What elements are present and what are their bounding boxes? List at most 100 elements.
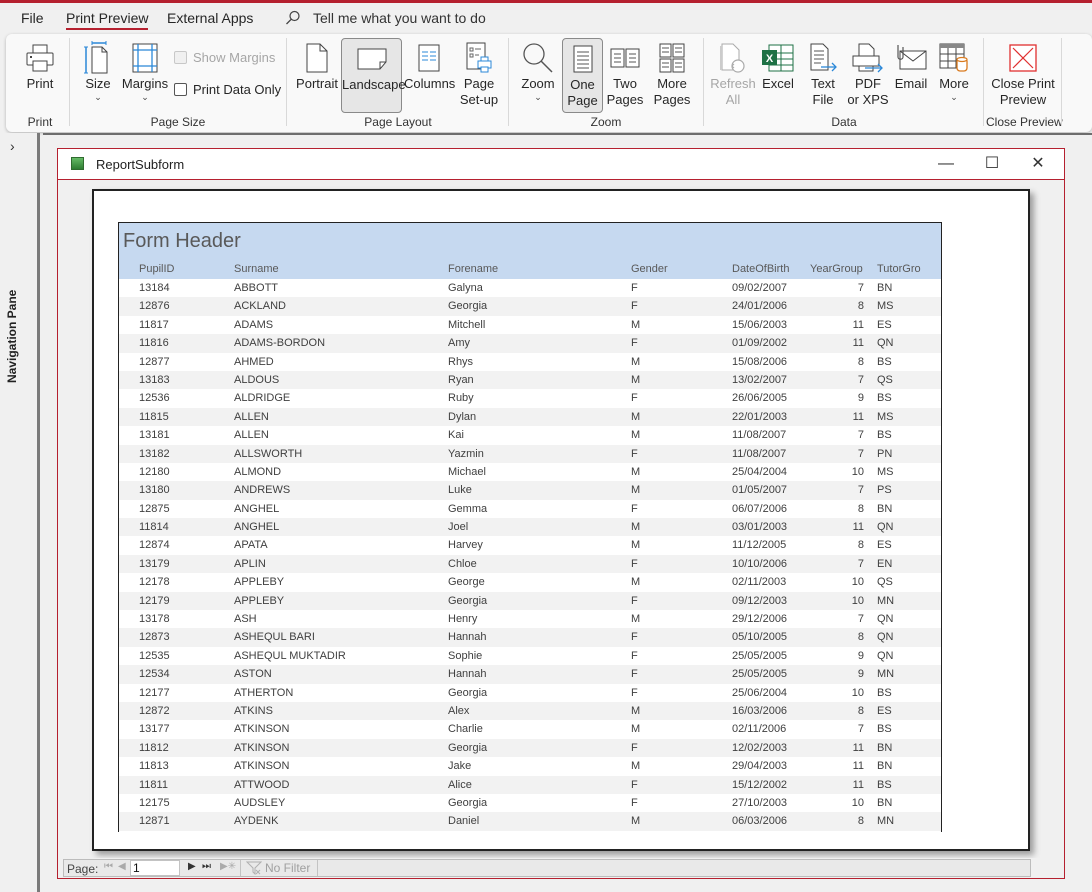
report-form: Form Header PupilID Surname Forename Gen… bbox=[118, 222, 942, 832]
pdf-label-1: PDF bbox=[855, 76, 881, 91]
search-icon bbox=[286, 10, 300, 25]
cell-forename: Alex bbox=[448, 704, 470, 717]
cell-pupil-id: 12175 bbox=[139, 796, 170, 809]
cell-surname: ATTWOOD bbox=[234, 778, 290, 791]
cell-tutor-group: QN bbox=[877, 613, 894, 626]
columns-button[interactable]: Columns bbox=[404, 38, 455, 110]
table-row: 11816 ADAMS-BORDON Amy F 01/09/2002 11 QN bbox=[119, 334, 941, 353]
portrait-button[interactable]: Portrait bbox=[295, 38, 339, 110]
preview-page: Form Header PupilID Surname Forename Gen… bbox=[92, 189, 1030, 851]
navigation-pane-label[interactable]: Navigation Pane bbox=[5, 290, 19, 383]
cell-year-group: 8 bbox=[857, 815, 864, 828]
cell-forename: Georgia bbox=[448, 686, 488, 699]
show-margins-checkbox[interactable]: Show Margins bbox=[174, 50, 275, 65]
email-button[interactable]: Email bbox=[891, 38, 931, 110]
cell-gender: F bbox=[631, 282, 638, 294]
export-pdf-button[interactable]: PDF or XPS bbox=[846, 38, 890, 110]
report-window-titlebar[interactable]: ReportSubform — ☐ ✕ bbox=[58, 149, 1064, 180]
cell-tutor-group: BN bbox=[877, 741, 893, 754]
cell-pupil-id: 12177 bbox=[139, 686, 170, 699]
print-button[interactable]: Print bbox=[16, 38, 64, 110]
filter-icon bbox=[246, 861, 262, 875]
cell-forename: Gemma bbox=[448, 502, 488, 515]
one-page-button[interactable]: One Page bbox=[562, 38, 603, 113]
cell-tutor-group: PN bbox=[877, 447, 893, 460]
cell-surname: ACKLAND bbox=[234, 300, 286, 313]
excel-label: Excel bbox=[762, 76, 794, 91]
cell-pupil-id: 12871 bbox=[139, 815, 170, 828]
margins-button[interactable]: Margins ⌄ bbox=[120, 38, 170, 110]
cell-year-group: 7 bbox=[857, 373, 864, 386]
cell-gender: M bbox=[631, 815, 641, 828]
page-size-icon bbox=[84, 41, 108, 74]
cell-gender: M bbox=[631, 521, 641, 534]
cell-pupil-id: 12873 bbox=[139, 631, 170, 644]
cell-tutor-group: MS bbox=[877, 300, 894, 313]
group-label-data: Data bbox=[831, 115, 857, 129]
cell-forename: Rhys bbox=[448, 355, 474, 368]
cell-gender: F bbox=[631, 502, 638, 515]
expand-nav-pane-icon[interactable]: › bbox=[10, 138, 15, 154]
cell-gender: F bbox=[631, 300, 638, 313]
two-pages-button[interactable]: Two Pages bbox=[606, 38, 644, 110]
close-window-button[interactable]: ✕ bbox=[1028, 155, 1048, 175]
new-record-button[interactable]: ▶✳ bbox=[220, 861, 236, 872]
page-setup-icon bbox=[466, 42, 492, 73]
more-export-button[interactable]: More ⌄ bbox=[934, 38, 974, 110]
cell-gender: F bbox=[631, 741, 638, 754]
cell-forename: Alice bbox=[448, 778, 472, 791]
close-print-preview-button[interactable]: Close Print Preview bbox=[988, 38, 1058, 110]
cell-tutor-group: BS bbox=[877, 686, 892, 699]
table-row: 12536 ALDRIDGE Ruby F 26/06/2005 9 BS bbox=[119, 389, 941, 407]
cell-date-of-birth: 22/01/2003 bbox=[732, 410, 788, 423]
cell-tutor-group: MN bbox=[877, 668, 895, 681]
print-data-only-checkbox[interactable]: Print Data Only bbox=[174, 82, 281, 97]
minimize-button[interactable]: — bbox=[936, 155, 956, 175]
cell-tutor-group: EN bbox=[877, 557, 893, 570]
cell-pupil-id: 12875 bbox=[139, 502, 170, 515]
filter-toggle[interactable]: No Filter bbox=[240, 860, 318, 876]
more-pages-button[interactable]: More Pages bbox=[647, 38, 697, 110]
record-navigation-bar: Page: ⏮ ◀ 1 ▶ ⏭ ▶✳ No Filter bbox=[59, 858, 1063, 878]
cell-date-of-birth: 16/03/2006 bbox=[732, 704, 788, 717]
print-preview-area[interactable]: Form Header PupilID Surname Forename Gen… bbox=[59, 181, 1063, 858]
cell-surname: ATKINSON bbox=[234, 760, 290, 773]
column-header-dateofbirth: DateOfBirth bbox=[732, 263, 790, 275]
first-page-button[interactable]: ⏮ bbox=[104, 861, 113, 872]
cell-pupil-id: 12179 bbox=[139, 594, 170, 607]
cell-pupil-id: 12535 bbox=[139, 649, 170, 662]
form-icon bbox=[71, 157, 84, 170]
cell-gender: M bbox=[631, 704, 641, 717]
magnifier-icon bbox=[523, 43, 553, 73]
page-setup-button[interactable]: Page Set-up bbox=[458, 38, 500, 110]
cell-date-of-birth: 25/06/2004 bbox=[732, 686, 788, 699]
column-header-pupilid: PupilID bbox=[139, 263, 175, 275]
cell-tutor-group: BS bbox=[877, 723, 892, 736]
close-preview-label-2: Preview bbox=[999, 92, 1047, 107]
menu-file[interactable]: File bbox=[21, 10, 44, 26]
next-page-button[interactable]: ▶ bbox=[188, 861, 196, 872]
menu-print-preview[interactable]: Print Preview bbox=[66, 10, 149, 30]
cell-gender: M bbox=[631, 539, 641, 552]
navigation-pane[interactable]: › Navigation Pane bbox=[0, 133, 40, 892]
cell-forename: Ruby bbox=[448, 392, 474, 405]
cell-gender: F bbox=[631, 447, 638, 460]
size-button[interactable]: Size ⌄ bbox=[78, 38, 118, 110]
previous-page-button[interactable]: ◀ bbox=[118, 861, 126, 872]
export-text-file-button[interactable]: Text File bbox=[803, 38, 843, 110]
page-number-input[interactable]: 1 bbox=[130, 860, 180, 876]
export-excel-button[interactable]: X Excel bbox=[758, 38, 798, 110]
cell-year-group: 8 bbox=[857, 704, 864, 717]
cell-tutor-group: ES bbox=[877, 318, 892, 331]
cell-year-group: 11 bbox=[852, 337, 864, 350]
zoom-button[interactable]: Zoom ⌄ bbox=[515, 38, 561, 110]
last-page-button[interactable]: ⏭ bbox=[202, 861, 211, 872]
landscape-button[interactable]: Landscape bbox=[341, 38, 406, 113]
cell-date-of-birth: 02/11/2006 bbox=[732, 723, 787, 736]
cell-forename: George bbox=[448, 576, 485, 589]
refresh-all-button[interactable]: Refresh All bbox=[710, 38, 756, 110]
menu-external-apps[interactable]: External Apps bbox=[167, 10, 253, 26]
maximize-button[interactable]: ☐ bbox=[982, 155, 1002, 175]
cell-surname: AHMED bbox=[234, 355, 274, 368]
cell-forename: Galyna bbox=[448, 282, 483, 294]
